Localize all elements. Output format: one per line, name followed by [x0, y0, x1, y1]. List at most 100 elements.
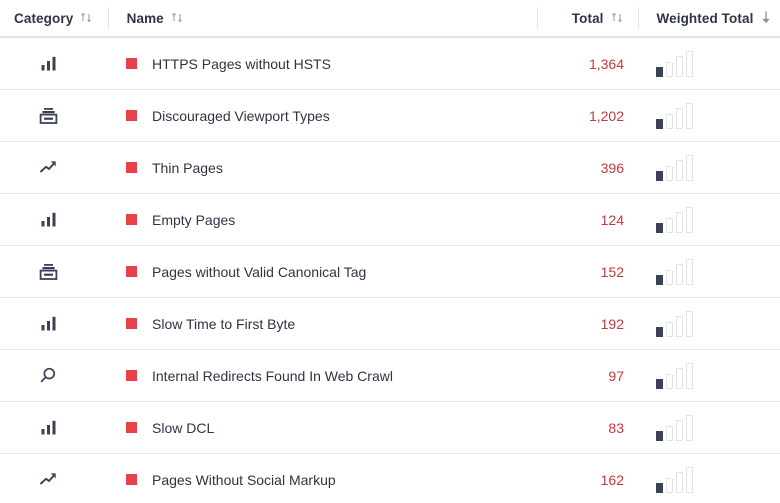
cell-total: 396	[600, 159, 624, 176]
cell-name: Internal Redirects Found In Web Crawl	[108, 368, 538, 384]
column-header-name-label: Name	[126, 10, 164, 26]
table-row[interactable]: Pages without Valid Canonical Tag 152	[0, 246, 780, 298]
table-row[interactable]: Internal Redirects Found In Web Crawl 97	[0, 350, 780, 402]
cell-category	[0, 51, 108, 77]
minibar	[686, 50, 693, 77]
server-stack-icon	[35, 103, 61, 129]
cell-total: 1,202	[588, 107, 624, 124]
cell-weighted-total	[638, 258, 780, 285]
table-row[interactable]: Discouraged Viewport Types 1,202	[0, 90, 780, 142]
column-header-total[interactable]: Total	[538, 0, 638, 37]
minibar	[666, 269, 673, 285]
minibar	[666, 321, 673, 337]
cell-weighted-total	[638, 414, 780, 441]
table-row[interactable]: Slow Time to First Byte 192	[0, 298, 780, 350]
minibar	[656, 326, 663, 337]
minibar	[676, 315, 683, 337]
issue-name: Pages without Valid Canonical Tag	[152, 263, 367, 280]
minibar	[676, 159, 683, 181]
table-row[interactable]: Pages Without Social Markup 162	[0, 454, 780, 503]
cell-category	[0, 415, 108, 441]
red-square-marker	[126, 318, 137, 329]
cell-category	[0, 259, 108, 285]
table-row[interactable]: Slow DCL 83	[0, 402, 780, 454]
cell-weighted-total	[638, 466, 780, 493]
issue-name: Internal Redirects Found In Web Crawl	[152, 367, 393, 384]
search-icon	[35, 363, 61, 389]
red-square-marker	[126, 422, 137, 433]
cell-name: Slow Time to First Byte	[108, 316, 538, 332]
server-stack-icon	[35, 259, 61, 285]
issue-name: Slow Time to First Byte	[152, 315, 296, 332]
minibar	[666, 113, 673, 129]
column-header-total-label: Total	[571, 10, 604, 26]
weighted-total-minibar-chart	[656, 102, 698, 129]
red-square-marker	[126, 214, 137, 225]
weighted-total-minibar-chart	[656, 414, 698, 441]
cell-name: Empty Pages	[108, 212, 538, 228]
red-square-marker	[126, 58, 137, 69]
cell-weighted-total	[638, 50, 780, 77]
minibar	[686, 466, 693, 493]
weighted-total-minibar-chart	[656, 50, 698, 77]
red-square-marker	[126, 162, 137, 173]
bar-chart-icon	[35, 415, 61, 441]
cell-weighted-total	[638, 102, 780, 129]
issue-name: HTTPS Pages without HSTS	[152, 55, 331, 72]
table-body: HTTPS Pages without HSTS 1,364 Discourag…	[0, 38, 780, 503]
table-header-row: Category Name Total Weighted Total	[0, 0, 780, 38]
minibar	[686, 154, 693, 181]
minibar	[676, 107, 683, 129]
cell-total: 162	[600, 471, 624, 488]
bar-chart-icon	[35, 207, 61, 233]
cell-category	[0, 207, 108, 233]
bar-chart-icon	[35, 311, 61, 337]
cell-name: Slow DCL	[108, 420, 538, 436]
cell-category	[0, 311, 108, 337]
cell-name: HTTPS Pages without HSTS	[108, 56, 538, 72]
cell-total: 83	[608, 419, 624, 436]
sort-updown-icon[interactable]	[610, 11, 624, 24]
column-header-category[interactable]: Category	[0, 0, 108, 37]
minibar	[656, 482, 663, 493]
cell-weighted-total	[638, 206, 780, 233]
sort-updown-icon[interactable]	[79, 11, 93, 24]
sort-desc-icon[interactable]	[759, 10, 773, 25]
red-square-marker	[126, 474, 137, 485]
red-square-marker	[126, 370, 137, 381]
cell-category	[0, 103, 108, 129]
issue-name: Empty Pages	[152, 211, 236, 228]
sort-updown-icon[interactable]	[170, 11, 184, 24]
minibar	[676, 211, 683, 233]
column-header-name[interactable]: Name	[109, 0, 537, 37]
cell-category	[0, 155, 108, 181]
cell-name: Pages Without Social Markup	[108, 472, 538, 488]
cell-total: 124	[600, 211, 624, 228]
bar-chart-icon	[35, 51, 61, 77]
minibar	[656, 378, 663, 389]
table-row[interactable]: HTTPS Pages without HSTS 1,364	[0, 38, 780, 90]
minibar	[676, 263, 683, 285]
table-row[interactable]: Thin Pages 396	[0, 142, 780, 194]
minibar	[686, 258, 693, 285]
cell-weighted-total	[638, 362, 780, 389]
table-row[interactable]: Empty Pages 124	[0, 194, 780, 246]
minibar	[686, 206, 693, 233]
weighted-total-minibar-chart	[656, 154, 698, 181]
column-header-weighted-total[interactable]: Weighted Total	[639, 0, 780, 37]
minibar	[656, 170, 663, 181]
cell-total: 1,364	[588, 55, 624, 72]
red-square-marker	[126, 110, 137, 121]
cell-weighted-total	[638, 154, 780, 181]
minibar	[686, 310, 693, 337]
minibar	[666, 425, 673, 441]
minibar	[676, 419, 683, 441]
minibar	[676, 367, 683, 389]
minibar	[666, 165, 673, 181]
weighted-total-minibar-chart	[656, 362, 698, 389]
cell-name: Pages without Valid Canonical Tag	[108, 264, 538, 280]
minibar	[656, 118, 663, 129]
weighted-total-minibar-chart	[656, 310, 698, 337]
cell-total: 152	[600, 263, 624, 280]
issue-name: Slow DCL	[152, 419, 215, 436]
